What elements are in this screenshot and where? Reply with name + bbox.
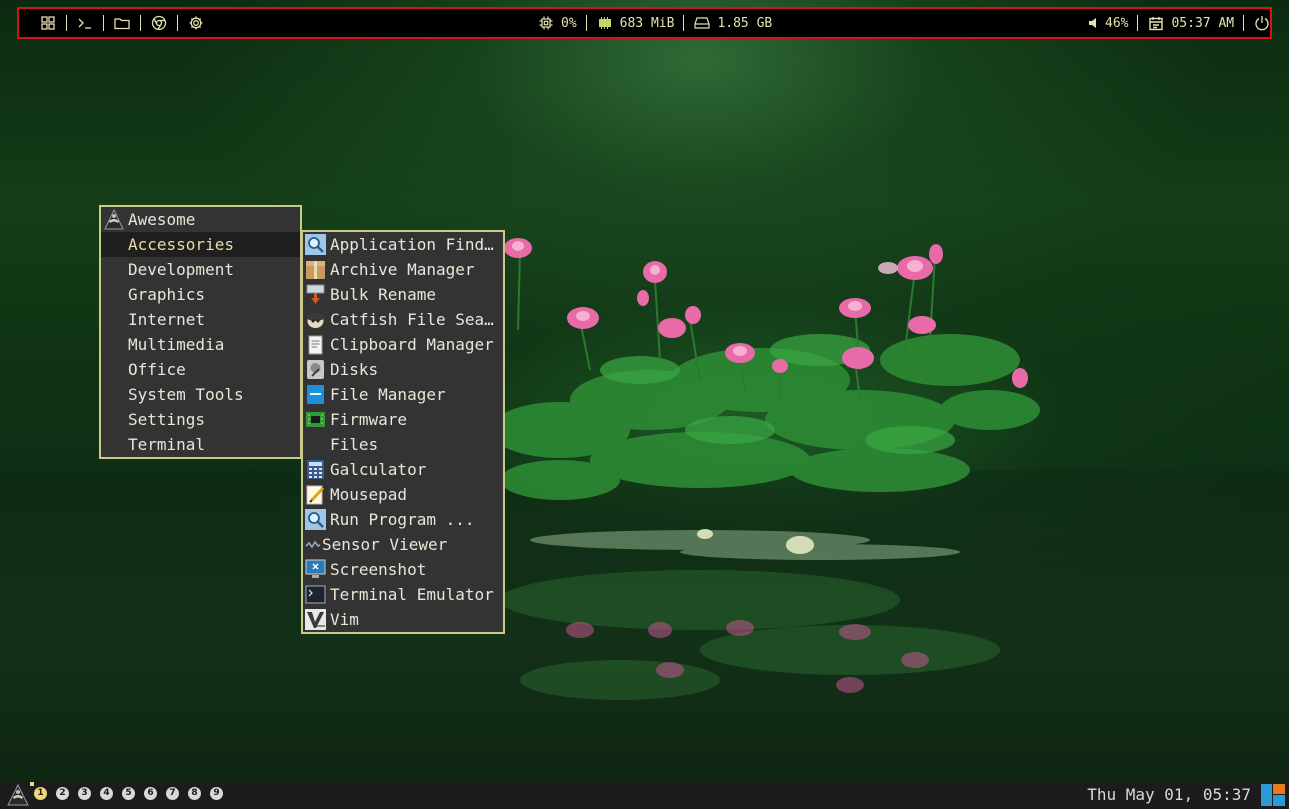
calendar-icon	[1147, 14, 1165, 32]
right-widgets: 46% 05:37 AM	[1087, 9, 1271, 37]
separator	[1243, 15, 1245, 31]
apps-grid-icon[interactable]	[39, 14, 57, 32]
submenu-item-galculator[interactable]: Galculator	[303, 457, 503, 482]
time-widget[interactable]: 05:37 AM	[1147, 14, 1234, 32]
submenu-item-file-manager[interactable]: File Manager	[303, 382, 503, 407]
submenu-item-bulk-rename[interactable]: Bulk Rename	[303, 282, 503, 307]
menu-item-awesome[interactable]: Awesome	[101, 207, 300, 232]
menu-item-terminal[interactable]: Terminal	[101, 432, 300, 457]
tag-4[interactable]: 4	[100, 787, 113, 800]
separator	[585, 15, 587, 31]
separator	[103, 15, 104, 31]
system-stats: 0% 683 MiB 1.85 GB	[537, 9, 772, 37]
browser-icon[interactable]	[150, 14, 168, 32]
magnifier-icon	[305, 509, 326, 530]
terminal-icon[interactable]	[76, 14, 94, 32]
terminal-emulator-icon	[305, 584, 326, 605]
submenu-item-archive-manager[interactable]: Archive Manager	[303, 257, 503, 282]
submenu-item-firmware-files[interactable]: Files	[303, 432, 503, 457]
calculator-icon	[305, 459, 326, 480]
submenu-item-run-program[interactable]: Run Program ...	[303, 507, 503, 532]
submenu-item-application-finder[interactable]: Application Find…	[303, 232, 503, 257]
memory-widget: 683 MiB	[596, 14, 675, 32]
submenu-item-mousepad[interactable]: Mousepad	[303, 482, 503, 507]
submenu-item-vim[interactable]: Vim	[303, 607, 503, 632]
disks-icon	[305, 359, 326, 380]
bottom-clock[interactable]: Thu May 01, 05:37	[1087, 781, 1251, 809]
menu-item-office[interactable]: Office	[101, 357, 300, 382]
tag-3[interactable]: 3	[78, 787, 91, 800]
catfish-icon	[305, 309, 326, 330]
disk-widget: 1.85 GB	[693, 14, 772, 32]
launcher-group	[39, 9, 205, 37]
time-text: 05:37 AM	[1171, 15, 1235, 31]
tag-7[interactable]: 7	[166, 787, 179, 800]
tag-9[interactable]: 9	[210, 787, 223, 800]
accessories-submenu: Application Find… Archive Manager Bulk R…	[301, 230, 505, 634]
magnifier-icon	[305, 234, 326, 255]
cpu-widget: 0%	[537, 14, 577, 32]
separator	[683, 15, 685, 31]
firmware-chip-icon	[305, 409, 326, 430]
separator	[1137, 15, 1139, 31]
top-panel: 0% 683 MiB 1.85 GB 46% 05:37 AM	[17, 7, 1272, 39]
menu-item-internet[interactable]: Internet	[101, 307, 300, 332]
folder-icon[interactable]	[113, 14, 131, 32]
submenu-item-terminal-emulator[interactable]: Terminal Emulator	[303, 582, 503, 607]
awesome-launcher-icon[interactable]	[6, 783, 30, 809]
tag-marker	[30, 782, 34, 786]
menu-item-development[interactable]: Development	[101, 257, 300, 282]
settings-icon[interactable]	[187, 14, 205, 32]
separator	[66, 15, 67, 31]
file-manager-icon	[305, 384, 326, 405]
memory-icon	[596, 14, 614, 32]
submenu-item-screenshot[interactable]: Screenshot	[303, 557, 503, 582]
tag-6[interactable]: 6	[144, 787, 157, 800]
submenu-item-disks[interactable]: Disks	[303, 357, 503, 382]
desktop: 0% 683 MiB 1.85 GB 46% 05:37 AM Awesome …	[0, 0, 1289, 809]
memory-usage: 683 MiB	[619, 15, 675, 31]
layout-icon[interactable]	[1261, 784, 1285, 809]
menu-item-accessories[interactable]: Accessories	[101, 232, 300, 257]
submenu-item-catfish[interactable]: Catfish File Sea…	[303, 307, 503, 332]
submenu-item-firmware[interactable]: Firmware	[303, 407, 503, 432]
menu-item-graphics[interactable]: Graphics	[101, 282, 300, 307]
awesome-logo-icon	[103, 208, 124, 230]
menu-item-settings[interactable]: Settings	[101, 407, 300, 432]
bottom-panel: 1 2 3 4 5 6 7 8 9 Thu May 01, 05:37	[0, 781, 1289, 809]
cpu-icon	[537, 14, 555, 32]
main-menu: Awesome Accessories Development Graphics…	[99, 205, 302, 459]
notepad-icon	[305, 484, 326, 505]
disk-icon	[693, 14, 711, 32]
menu-item-system-tools[interactable]: System Tools	[101, 382, 300, 407]
disk-usage: 1.85 GB	[717, 15, 773, 31]
cpu-usage: 0%	[561, 15, 577, 31]
separator	[177, 15, 178, 31]
sensor-icon	[305, 534, 321, 555]
clipboard-icon	[305, 334, 326, 355]
tag-8[interactable]: 8	[188, 787, 201, 800]
vim-icon	[305, 609, 326, 630]
screenshot-icon	[305, 559, 326, 580]
power-icon[interactable]	[1253, 14, 1271, 32]
tag-2[interactable]: 2	[56, 787, 69, 800]
submenu-item-sensor-viewer[interactable]: Sensor Viewer	[303, 532, 503, 557]
bulk-rename-icon	[305, 284, 326, 305]
submenu-item-clipboard-manager[interactable]: Clipboard Manager	[303, 332, 503, 357]
volume-widget[interactable]: 46%	[1087, 14, 1128, 32]
speaker-icon	[1087, 14, 1099, 32]
volume-level: 46%	[1105, 15, 1129, 31]
tag-5[interactable]: 5	[122, 787, 135, 800]
tag-1[interactable]: 1	[34, 787, 47, 800]
separator	[140, 15, 141, 31]
menu-item-multimedia[interactable]: Multimedia	[101, 332, 300, 357]
archive-box-icon	[305, 259, 326, 280]
